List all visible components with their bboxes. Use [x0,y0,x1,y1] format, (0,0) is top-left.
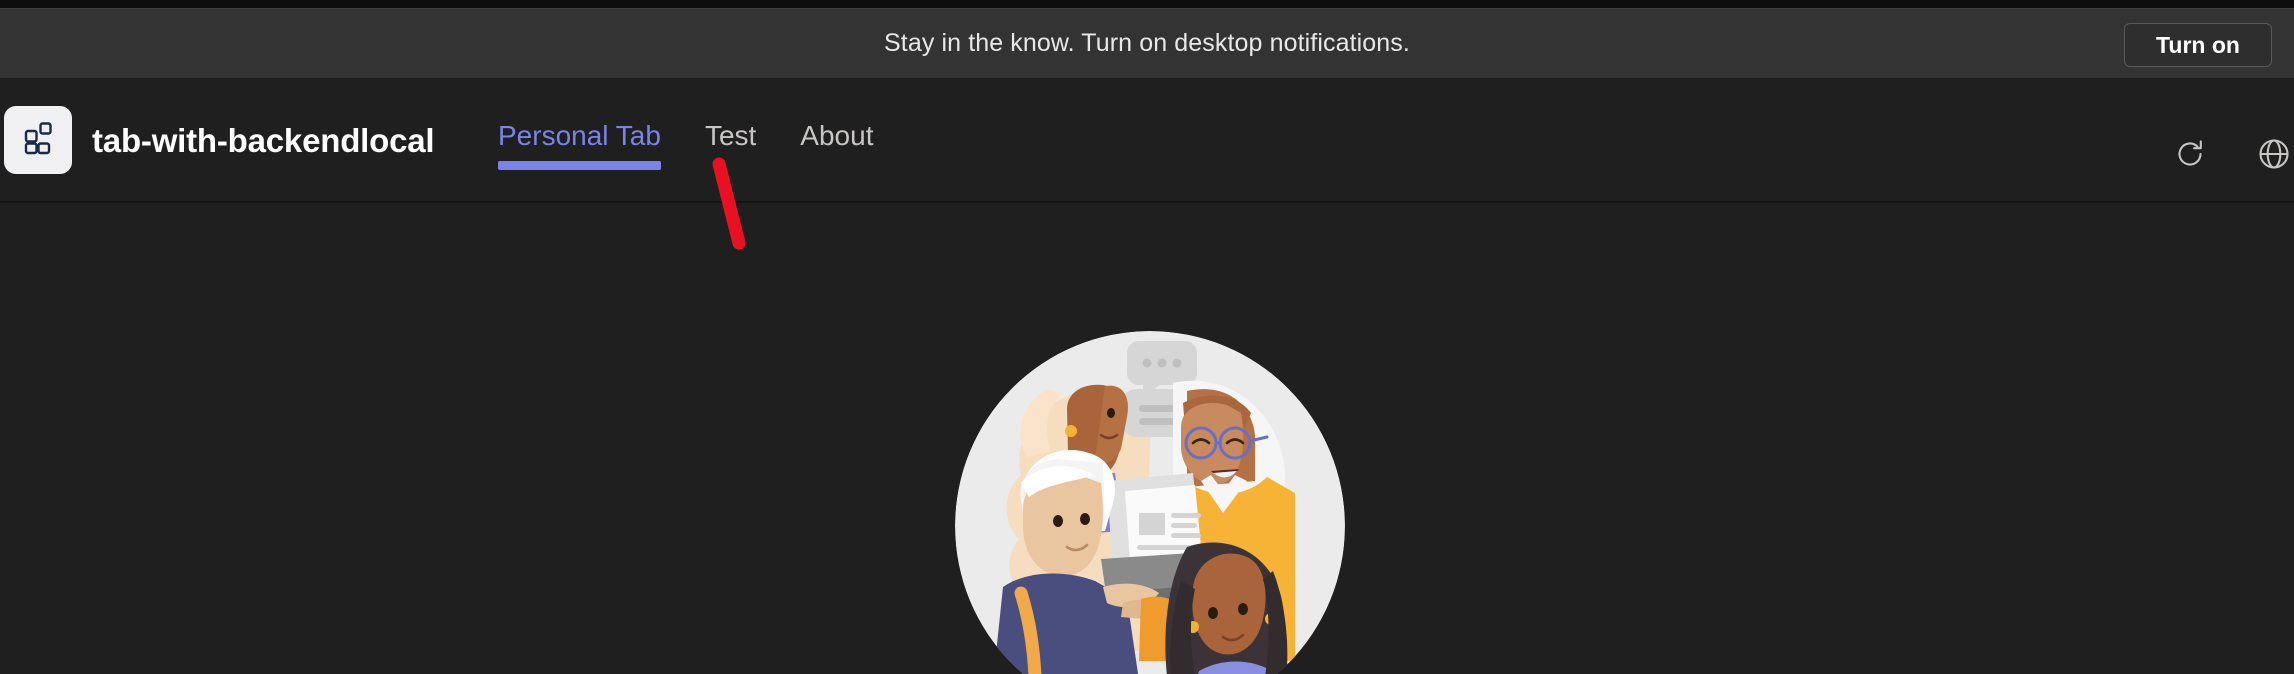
turn-on-notifications-button[interactable]: Turn on [2124,23,2272,67]
teams-people-collaborating-illustration [955,331,1345,674]
banner-message: Stay in the know. Turn on desktop notifi… [884,29,1410,57]
tab-bar: Personal Tab Test About [498,120,895,178]
app-icon[interactable] [4,106,72,174]
header-actions [2170,134,2294,174]
tab-test[interactable]: Test [683,120,778,178]
tab-content-area [0,203,2294,674]
tab-personal-tab[interactable]: Personal Tab [498,120,683,178]
page-title: tab-with-backendlocal [92,122,435,159]
tab-about[interactable]: About [778,120,895,178]
refresh-icon[interactable] [2170,134,2210,174]
globe-icon[interactable] [2254,134,2294,174]
window-chrome-strip [0,0,2294,8]
app-header: tab-with-backendlocal Personal Tab Test … [0,78,2294,202]
teams-app-grid-icon [18,118,58,163]
desktop-notification-banner: Stay in the know. Turn on desktop notifi… [0,8,2294,78]
